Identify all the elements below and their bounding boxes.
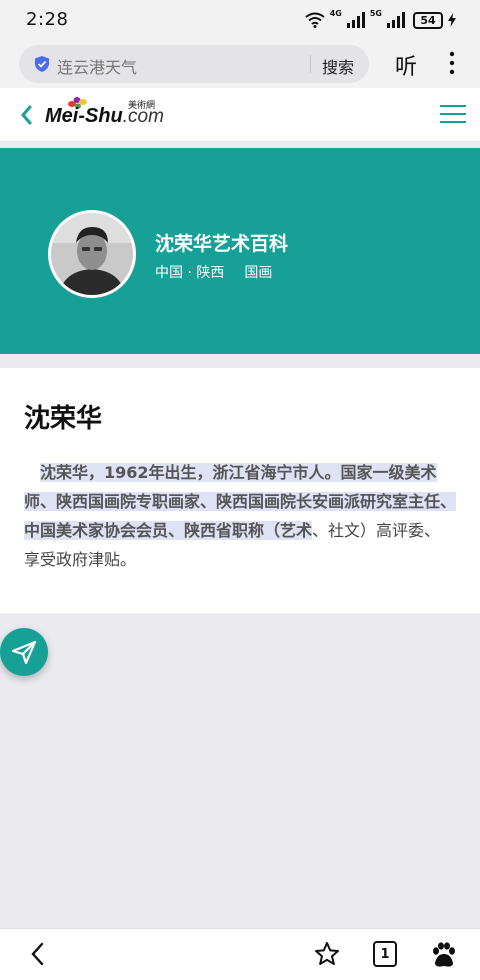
address-bar[interactable]: 连云港天气 搜索: [19, 45, 369, 83]
bookmark-star-icon[interactable]: [314, 941, 340, 967]
status-time: 2:28: [26, 9, 69, 30]
shield-icon: [35, 56, 49, 72]
artist-banner: 沈荣华艺术百科 中国 · 陕西 国画: [0, 148, 480, 354]
battery-indicator: 54: [413, 11, 443, 29]
signal-icon: [387, 12, 405, 28]
search-button[interactable]: 搜索: [322, 54, 354, 78]
artist-avatar: [48, 210, 136, 298]
address-divider: [310, 55, 311, 73]
tabs-button[interactable]: 1: [373, 941, 397, 967]
listen-button[interactable]: 听: [395, 49, 417, 81]
status-bar: 2:28 4G 5G 54: [0, 0, 480, 40]
paw-icon[interactable]: [429, 941, 457, 969]
artist-location: 中国 · 陕西: [155, 265, 225, 281]
logo-name: Mei-Shu: [45, 105, 123, 127]
site-header: 美術網 Mei-Shu.com: [0, 88, 480, 142]
hamburger-menu-icon[interactable]: [440, 104, 466, 124]
network-5g-label: 5G: [369, 9, 382, 18]
chevron-left-icon[interactable]: [18, 104, 36, 126]
address-text[interactable]: 连云港天气: [57, 54, 137, 78]
artist-category: 国画: [244, 265, 273, 281]
wifi-icon: [305, 12, 325, 28]
back-icon[interactable]: [28, 941, 48, 967]
charging-icon: [448, 13, 456, 27]
status-icons: 4G 5G 54: [305, 8, 456, 32]
logo-wordmark: Mei-Shu.com: [45, 105, 164, 128]
artist-meta: 中国 · 陕西 国画: [155, 262, 272, 282]
portrait-image: [51, 213, 133, 295]
site-logo[interactable]: 美術網 Mei-Shu.com: [45, 96, 170, 136]
send-icon: [11, 640, 37, 665]
encyclopedia-title: 沈荣华艺术百科: [155, 233, 289, 255]
network-4g-label: 4G: [329, 9, 342, 18]
artist-bio: 沈荣华，1962年出生，浙江省海宁市人。国家一级美术师、陕西国画院专职画家、陕西…: [24, 458, 457, 574]
signal-icon: [346, 12, 365, 28]
article-card: 沈荣华 沈荣华，1962年出生，浙江省海宁市人。国家一级美术师、陕西国画院专职画…: [0, 368, 480, 613]
share-button[interactable]: [0, 628, 48, 676]
bottom-navigation: 1: [0, 928, 480, 980]
artist-name-heading: 沈荣华: [24, 404, 103, 434]
more-menu-icon[interactable]: [443, 51, 461, 75]
logo-suffix: .com: [122, 106, 164, 127]
